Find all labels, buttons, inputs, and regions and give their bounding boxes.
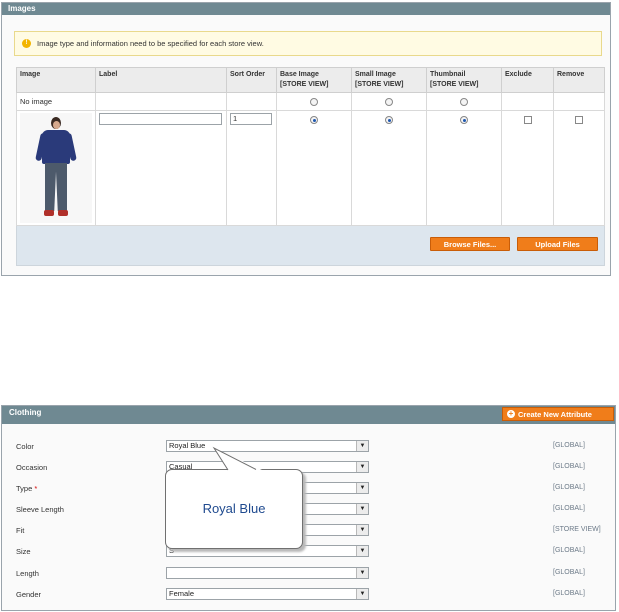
scope-label: [GLOBAL] [553,590,585,597]
dropdown-arrow-icon: ▼ [356,483,368,493]
small-image-none-radio[interactable] [385,98,393,106]
col-thumbnail: Thumbnail [STORE VIEW] [426,67,502,93]
attribute-row-sleeve-length: Sleeve Length ▼ [GLOBAL] [16,503,606,517]
required-marker: * [34,484,38,493]
gender-select[interactable]: Female ▼ [166,588,369,600]
base-image-none-radio[interactable] [310,98,318,106]
scope-label: [GLOBAL] [553,463,585,470]
dropdown-arrow-icon: ▼ [356,546,368,556]
attribute-label: Gender [16,590,42,599]
callout-pointer [212,446,262,471]
thumbnail-none-radio[interactable] [460,98,468,106]
attribute-label: Sleeve Length [16,505,64,514]
attribute-row-occasion: Occasion Casual ▼ [GLOBAL] [16,461,606,475]
plus-icon: + [507,409,515,418]
lightbulb-icon: ! [22,39,31,48]
image-label-input[interactable] [99,113,222,125]
dropdown-arrow-icon: ▼ [356,462,368,472]
image-notice: ! Image type and information need to be … [14,31,602,56]
col-small-image: Small Image [STORE VIEW] [351,67,427,93]
dropdown-arrow-icon: ▼ [356,441,368,451]
length-select[interactable]: ▼ [166,567,369,579]
thumbnail-radio[interactable] [460,116,468,124]
base-image-radio[interactable] [310,116,318,124]
scope-label: [STORE VIEW] [553,526,601,533]
sort-order-input[interactable]: 1 [230,113,272,125]
col-base-image: Base Image [STORE VIEW] [276,67,352,93]
notice-text: Image type and information need to be sp… [37,39,264,48]
create-new-attribute-button[interactable]: + Create New Attribute [502,407,614,421]
scope-label: [GLOBAL] [553,484,585,491]
dropdown-arrow-icon: ▼ [356,568,368,578]
color-select[interactable]: Royal Blue ▼ [166,440,369,452]
remove-checkbox[interactable] [575,116,583,124]
images-section-title: Images [2,3,610,15]
attribute-label: Length [16,569,39,578]
table-row-no-image: No image [16,92,605,111]
scope-label: [GLOBAL] [553,442,585,449]
col-remove: Remove [553,67,605,93]
attribute-label: Color [16,442,34,451]
exclude-checkbox[interactable] [523,116,532,124]
small-image-radio[interactable] [385,116,393,124]
attribute-label: Fit [16,526,25,535]
product-image [20,113,92,223]
dropdown-arrow-icon: ▼ [356,504,368,514]
dropdown-arrow-icon: ▼ [356,525,368,535]
col-image: Image [16,67,96,93]
no-image-label: No image [16,92,96,111]
col-label: Label [95,67,227,93]
scope-label: [GLOBAL] [553,505,585,512]
dropdown-arrow-icon: ▼ [356,589,368,599]
attribute-row-color: Color Royal Blue ▼ [GLOBAL] [16,440,606,454]
attribute-row-fit: Fit ▼ [STORE VIEW] [16,524,606,538]
create-button-label: Create New Attribute [518,410,592,419]
attribute-row-size: Size S ▼ [GLOBAL] [16,545,606,559]
attribute-row-length: Length ▼ [GLOBAL] [16,567,606,581]
attribute-row-type: Type * ▼ [GLOBAL] [16,482,606,496]
attribute-label: Occasion [16,463,48,472]
col-sort-order: Sort Order [226,67,277,93]
royal-blue-callout: Royal Blue [165,469,303,549]
scope-label: [GLOBAL] [553,547,585,554]
attribute-label: Size [16,547,31,556]
browse-files-button[interactable]: Browse Files... [430,237,510,251]
attribute-row-gender: Gender Female ▼ [GLOBAL] [16,588,606,602]
callout-text: Royal Blue [202,501,266,516]
table-row: 1 [16,110,605,226]
attribute-label: Type * [16,484,38,493]
scope-label: [GLOBAL] [553,569,585,576]
upload-files-button[interactable]: Upload Files [517,237,598,251]
col-exclude: Exclude [501,67,554,93]
